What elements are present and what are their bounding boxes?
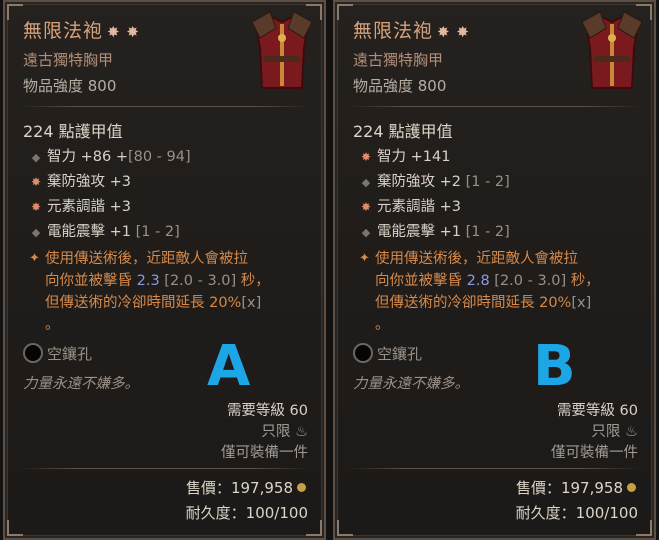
diamond-bullet-icon: ◆	[361, 226, 371, 239]
empty-socket-icon	[23, 343, 43, 363]
legendary-value: 2.3	[136, 273, 160, 289]
affix-skill-rank: ✸ 棄防強攻 +3	[30, 174, 131, 190]
item-name: 無限法袍 ✸ ✸	[353, 20, 470, 42]
gold-coin-icon	[627, 483, 636, 492]
diamond-bullet-icon: ◆	[31, 151, 41, 164]
flavor-text: 力量永遠不嫌多。	[353, 376, 469, 392]
affix-skill-rank: ◆ 電能震擊 +1 [1 - 2]	[29, 220, 180, 241]
red-chest-armor-icon	[581, 11, 643, 89]
legendary-power: ✦ 使用傳送術後，近距敵人會被拉 向你並被擊昏 2.3 [2.0 - 3.0] …	[29, 248, 303, 336]
divider	[349, 106, 640, 107]
class-restriction: 只限 ♨	[261, 424, 308, 440]
legendary-power: ✦ 使用傳送術後，近距敵人會被拉 向你並被擊昏 2.8 [2.0 - 3.0] …	[359, 248, 633, 336]
legendary-line: 向你並被擊昏 2.3 [2.0 - 3.0] 秒，	[45, 273, 270, 289]
legendary-value: 2.8	[466, 273, 490, 289]
affix-skill-rank: ✸ 元素調諧 +3	[30, 199, 131, 215]
red-chest-armor-icon	[251, 11, 313, 89]
legendary-star-icon: ✦	[359, 251, 370, 266]
frame-corner	[7, 4, 23, 20]
divider	[349, 468, 640, 469]
diamond-bullet-icon: ◆	[31, 226, 41, 239]
frame-corner	[337, 520, 353, 536]
ancestral-star-icon: ✸ ✸	[437, 23, 470, 41]
ancestral-star-icon: ✸ ✸	[107, 23, 140, 41]
socket-slot: 空鑲孔	[353, 343, 422, 364]
socket-slot: 空鑲孔	[23, 343, 92, 364]
affix-intelligence: ◆ 智力 +86 +[80 - 94]	[29, 145, 191, 166]
frame-corner	[337, 4, 353, 20]
star-bullet-icon: ✸	[360, 200, 372, 214]
legendary-line: 。	[375, 317, 390, 333]
flavor-text: 力量永遠不嫌多。	[23, 376, 139, 392]
legendary-line: 。	[45, 317, 60, 333]
frame-corner	[636, 520, 652, 536]
frame-corner	[7, 520, 23, 536]
equip-limit: 僅可裝備一件	[221, 445, 308, 461]
level-requirement: 需要等級 60	[226, 403, 308, 419]
affix-skill-rank: ◆ 電能震擊 +1 [1 - 2]	[359, 220, 510, 241]
class-restriction: 只限 ♨	[591, 424, 638, 440]
frame-corner	[306, 520, 322, 536]
gold-coin-icon	[297, 483, 306, 492]
item-type: 遠古獨特胸甲	[353, 51, 444, 69]
diamond-bullet-icon: ◆	[361, 176, 371, 189]
armor-value: 224 點護甲值	[353, 122, 453, 141]
equip-limit: 僅可裝備一件	[551, 445, 638, 461]
empty-socket-icon	[353, 343, 373, 363]
comparison-label: A	[207, 334, 251, 399]
affix-intelligence: ✸ 智力 +141	[360, 149, 451, 165]
legendary-star-icon: ✦	[29, 251, 40, 266]
armor-value: 224 點護甲值	[23, 122, 123, 141]
item-tooltip-b: 無限法袍 ✸ ✸ 遠古獨特胸甲 物品強度 800 224 點護甲值 ✸ 智力 +14…	[333, 0, 656, 540]
star-bullet-icon: ✸	[360, 150, 372, 164]
item-name: 無限法袍 ✸ ✸	[23, 20, 140, 42]
item-power: 物品強度 800	[23, 77, 117, 95]
legendary-line: 使用傳送術後，近距敵人會被拉	[45, 251, 248, 267]
legendary-line: 但傳送術的冷卻時間延長 20%[x]	[45, 295, 262, 311]
star-bullet-icon: ✸	[30, 200, 42, 214]
item-tooltip-a: 無限法袍 ✸ ✸ 遠古獨特胸甲 物品強度 800 224 點護甲值 ◆ 智力 +86…	[3, 0, 326, 540]
divider	[19, 106, 310, 107]
sell-price: 售價：197,958	[516, 477, 636, 498]
legendary-line: 使用傳送術後，近距敵人會被拉	[375, 251, 578, 267]
durability: 耐久度：100/100	[515, 504, 638, 522]
durability: 耐久度：100/100	[185, 504, 308, 522]
legendary-line: 向你並被擊昏 2.8 [2.0 - 3.0] 秒，	[375, 273, 600, 289]
item-power: 物品強度 800	[353, 77, 447, 95]
sorcerer-class-icon: ♨	[295, 424, 308, 440]
sorcerer-class-icon: ♨	[625, 424, 638, 440]
sell-price: 售價：197,958	[186, 477, 306, 498]
comparison-label: B	[533, 334, 576, 399]
item-type: 遠古獨特胸甲	[23, 51, 114, 69]
star-bullet-icon: ✸	[30, 175, 42, 189]
affix-skill-rank: ◆ 棄防強攻 +2 [1 - 2]	[359, 170, 510, 191]
divider	[19, 468, 310, 469]
affix-skill-rank: ✸ 元素調諧 +3	[360, 199, 461, 215]
level-requirement: 需要等級 60	[556, 403, 638, 419]
legendary-line: 但傳送術的冷卻時間延長 20%[x]	[375, 295, 592, 311]
